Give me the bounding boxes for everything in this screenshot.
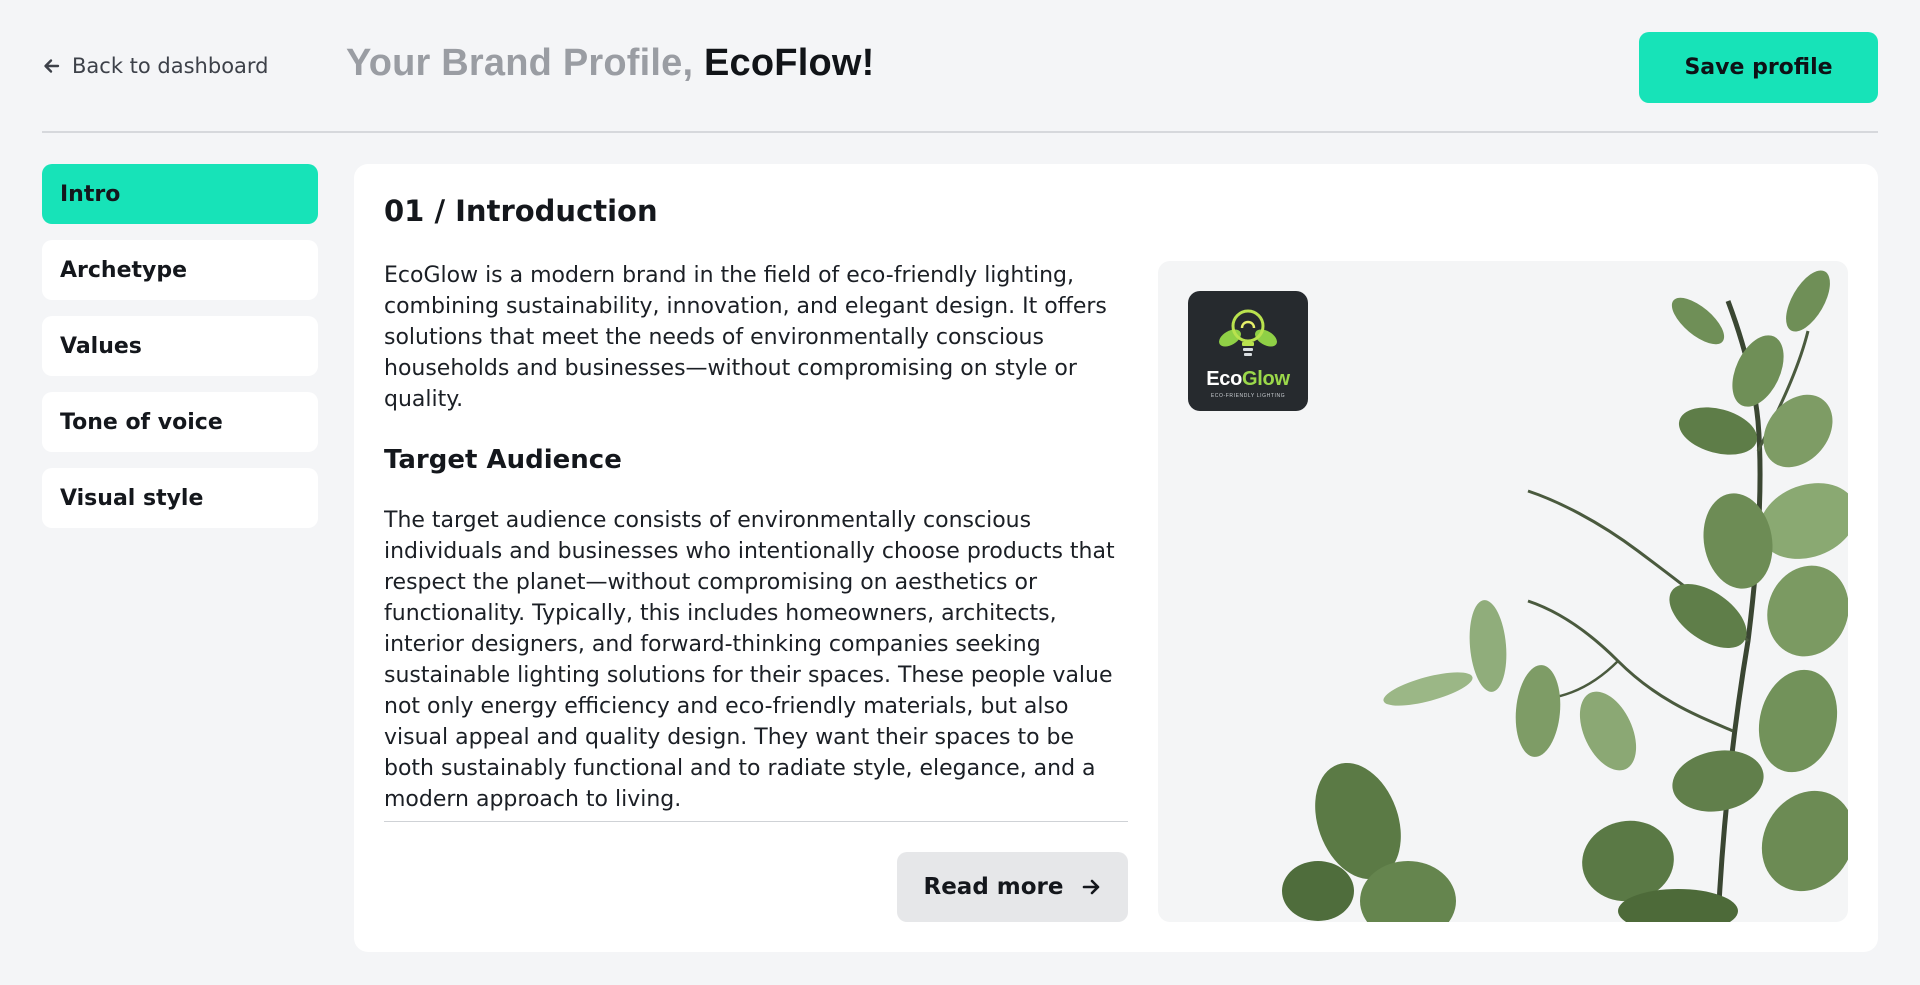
target-audience-paragraph: The target audience consists of environm… — [384, 508, 1115, 812]
target-audience-heading: Target Audience — [384, 445, 622, 475]
ecoglow-logo: EcoGlow ECO-FRIENDLY LIGHTING — [1188, 291, 1308, 411]
save-profile-button[interactable]: Save profile — [1639, 32, 1878, 103]
read-more-label: Read more — [923, 874, 1064, 900]
header-divider — [42, 131, 1878, 133]
intro-paragraph: EcoGlow is a modern brand in the field o… — [384, 263, 1107, 412]
back-link-label: Back to dashboard — [72, 54, 269, 78]
sidebar-item-label: Values — [60, 333, 142, 359]
sidebar-item-label: Tone of voice — [60, 409, 223, 435]
sidebar-item-label: Intro — [60, 181, 121, 207]
sidebar-nav: Intro Archetype Values Tone of voice Vis… — [42, 164, 318, 528]
page-title-brand: EcoFlow! — [704, 42, 875, 84]
text-divider — [384, 821, 1128, 822]
sidebar-item-label: Archetype — [60, 257, 188, 283]
logo-wordmark-eco: Eco — [1206, 367, 1243, 390]
text-scroll-area[interactable]: EcoGlow is a modern brand in the field o… — [384, 260, 1128, 820]
sidebar-item-visual-style[interactable]: Visual style — [42, 468, 318, 528]
lightbulb-leaf-icon — [1219, 309, 1277, 356]
sidebar-item-label: Visual style — [60, 485, 204, 511]
page-title-prefix: Your Brand Profile, — [346, 42, 694, 84]
sidebar-item-tone-of-voice[interactable]: Tone of voice — [42, 392, 318, 452]
page-title: Your Brand Profile, EcoFlow! — [346, 42, 875, 85]
read-more-button[interactable]: Read more — [897, 852, 1128, 922]
brand-visual: EcoGlow ECO-FRIENDLY LIGHTING — [1158, 261, 1848, 922]
content-card: 01 / Introduction EcoGlow is a modern br… — [354, 164, 1878, 952]
logo-tagline: ECO-FRIENDLY LIGHTING — [1210, 392, 1286, 399]
logo-wordmark-glow: Glow — [1242, 367, 1290, 390]
arrow-left-icon — [44, 59, 60, 73]
sidebar-item-values[interactable]: Values — [42, 316, 318, 376]
sidebar-item-intro[interactable]: Intro — [42, 164, 318, 224]
sidebar-item-archetype[interactable]: Archetype — [42, 240, 318, 300]
section-title: 01 / Introduction — [384, 194, 658, 228]
back-to-dashboard-link[interactable]: Back to dashboard — [42, 54, 269, 78]
header: Back to dashboard Your Brand Profile, Ec… — [42, 32, 1878, 104]
logo-wordmark: EcoGlow — [1206, 367, 1290, 391]
arrow-right-icon — [1082, 879, 1099, 895]
